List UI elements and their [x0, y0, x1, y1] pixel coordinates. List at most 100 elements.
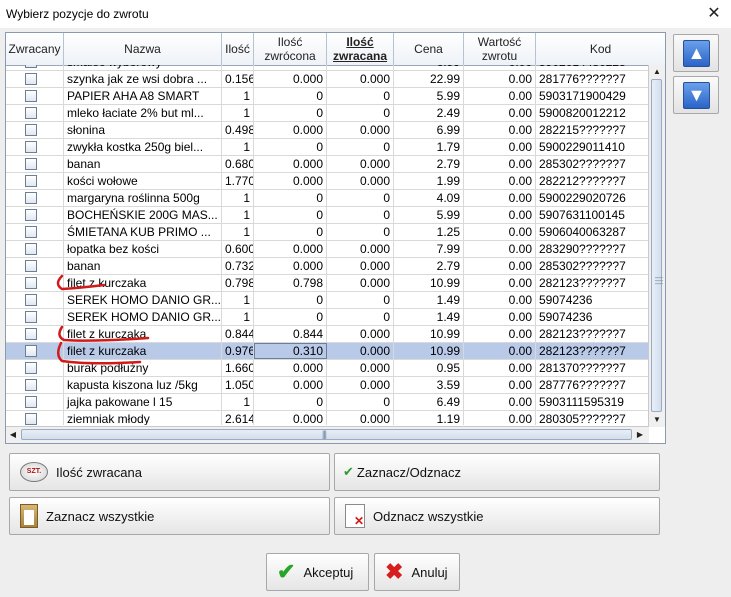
return-checkbox[interactable]	[25, 362, 37, 374]
scroll-up-arrow[interactable]: ▲	[649, 65, 665, 79]
vertical-scroll-thumb[interactable]: — — —	[651, 79, 663, 412]
table-row[interactable]: SEREK HOMO DANIO GR... 1 0 0 1.49 0.00 5907423…	[6, 309, 649, 326]
zwracana-cell[interactable]: 0	[327, 88, 394, 104]
table-row[interactable]: zwykła kostka 250g biel... 1 0 0 1.79 0.00 590…	[6, 139, 649, 156]
table-row[interactable]: filet z kurczaka 0.844 0.844 0.000 10.99 0.00…	[6, 326, 649, 343]
zaznacz-odznacz-label: Zaznacz/Odznacz	[356, 464, 461, 480]
return-checkbox[interactable]	[25, 209, 37, 221]
table-row[interactable]: filet z kurczaka 0.798 0.798 0.000 10.99 0.00…	[6, 275, 649, 292]
nazwa-cell: burak podłużny	[64, 360, 222, 376]
zwracana-cell[interactable]: 0.000	[327, 360, 394, 376]
table-row[interactable]: banan 0.680 0.000 0.000 2.79 0.00 285302??????…	[6, 156, 649, 173]
zwracana-cell[interactable]: 0	[327, 309, 394, 325]
zwracana-cell[interactable]: 0.000	[327, 411, 394, 425]
zwracany-cell	[6, 411, 64, 425]
return-checkbox[interactable]	[25, 328, 37, 340]
zwracana-cell[interactable]: 0.000	[327, 258, 394, 274]
nazwa-cell: filet z kurczaka	[64, 326, 222, 342]
column-header-cena[interactable]: Cena	[394, 33, 464, 65]
column-header-nazwa[interactable]: Nazwa	[64, 33, 222, 65]
table-row[interactable]: kapusta kiszona luz /5kg 1.050 0.000 0.000 3…	[6, 377, 649, 394]
kod-cell: 282123??????7	[536, 343, 649, 359]
table-row[interactable]: ŚMIETANA KUB PRIMO ... 1 0 0 1.25 0.00 5906040…	[6, 224, 649, 241]
column-header-zwracany[interactable]: Zwracany	[6, 33, 64, 65]
zwracana-cell[interactable]: 0	[327, 207, 394, 223]
return-checkbox[interactable]	[25, 73, 37, 85]
return-checkbox[interactable]	[25, 175, 37, 187]
column-header-ilosc-zwracana[interactable]: Ilość zwracana	[327, 33, 394, 65]
column-header-ilosc-zwrocona[interactable]: Ilość zwrócona	[254, 33, 327, 65]
anuluj-label: Anuluj	[411, 564, 448, 580]
kod-cell: 283290??????7	[536, 241, 649, 257]
table-row[interactable]: słonina 0.498 0.000 0.000 6.99 0.00 282215????…	[6, 122, 649, 139]
table-row[interactable]: mleko łaciate 2% but ml... 1 0 0 2.49 0.00 590…	[6, 105, 649, 122]
zwrocona-cell: 0.844	[254, 326, 327, 342]
table-row[interactable]: SEREK HOMO DANIO GR... 1 0 0 1.49 0.00 5907423…	[6, 292, 649, 309]
wartosc-cell: 0.00	[464, 88, 536, 104]
return-checkbox[interactable]	[25, 243, 37, 255]
zwracana-cell[interactable]: 0	[327, 190, 394, 206]
scroll-left-arrow[interactable]: ◀	[6, 427, 20, 443]
table-row[interactable]: margaryna roślinna 500g 1 0 0 4.09 0.00 590022…	[6, 190, 649, 207]
zwracana-cell[interactable]: 0.000	[327, 122, 394, 138]
return-checkbox[interactable]	[25, 413, 37, 425]
return-checkbox[interactable]	[25, 396, 37, 408]
zaznacz-odznacz-button[interactable]: ✔ Zaznacz/Odznacz	[334, 453, 660, 491]
return-checkbox[interactable]	[25, 90, 37, 102]
vertical-scrollbar[interactable]: ▲ — — — ▼	[648, 65, 665, 427]
zwracana-cell[interactable]: 0	[327, 394, 394, 410]
return-checkbox[interactable]	[25, 158, 37, 170]
zwracana-cell[interactable]: 0	[327, 224, 394, 240]
ilosc-zwracana-button[interactable]: SZT. Ilość zwracana	[9, 453, 330, 491]
akceptuj-button[interactable]: ✔ Akceptuj	[266, 553, 369, 591]
column-header-kod[interactable]: Kod	[536, 33, 665, 65]
return-checkbox[interactable]	[25, 260, 37, 272]
move-up-button[interactable]: ▲	[673, 34, 719, 72]
return-checkbox[interactable]	[25, 124, 37, 136]
table-row[interactable]: PAPIER AHA A8 SMART 1 0 0 5.99 0.00 5903171900…	[6, 88, 649, 105]
anuluj-button[interactable]: ✖ Anuluj	[374, 553, 460, 591]
return-checkbox[interactable]	[25, 192, 37, 204]
horizontal-scroll-thumb[interactable]: |||	[21, 429, 632, 440]
ilosc-cell: 0.156	[222, 71, 254, 87]
return-checkbox[interactable]	[25, 65, 37, 68]
table-row[interactable]: banan 0.732 0.000 0.000 2.79 0.00 285302??????…	[6, 258, 649, 275]
scroll-right-arrow[interactable]: ▶	[633, 427, 647, 443]
zwracana-cell[interactable]: 0.000	[327, 343, 394, 359]
table-row[interactable]: filet z kurczaka 0.976 0.310 0.000 10.99 0.00…	[6, 343, 649, 360]
zwracana-cell[interactable]: 0	[327, 139, 394, 155]
return-checkbox[interactable]	[25, 379, 37, 391]
zaznacz-wszystkie-button[interactable]: Zaznacz wszystkie	[9, 497, 330, 535]
horizontal-scrollbar[interactable]: ◀ ||| ▶	[6, 426, 649, 443]
return-checkbox[interactable]	[25, 107, 37, 119]
zwracana-cell[interactable]: 0.000	[327, 71, 394, 87]
zwracana-cell[interactable]: 0	[327, 105, 394, 121]
zwracana-cell[interactable]: 0.000	[327, 377, 394, 393]
zwracana-cell[interactable]: 0	[327, 292, 394, 308]
zwracana-cell[interactable]: 0.000	[327, 156, 394, 172]
zwracana-cell[interactable]: 0.000	[327, 326, 394, 342]
return-checkbox[interactable]	[25, 141, 37, 153]
table-row[interactable]: jajka pakowane l 15 1 0 0 6.49 0.00 5903111595…	[6, 394, 649, 411]
return-checkbox[interactable]	[25, 226, 37, 238]
table-row[interactable]: BOCHEŃSKIE 200G MAS... 1 0 0 5.99 0.00 5907631…	[6, 207, 649, 224]
table-row[interactable]: burak podłużny 1.660 0.000 0.000 0.95 0.00 281…	[6, 360, 649, 377]
table-row[interactable]: szynka jak ze wsi dobra ... 0.156 0.000 0.0…	[6, 71, 649, 88]
move-down-button[interactable]: ▼	[673, 76, 719, 114]
table-row[interactable]: ziemniak młody 2.614 0.000 0.000 1.19 0.00 280…	[6, 411, 649, 425]
column-header-wartosc-zwrotu[interactable]: Wartość zwrotu	[464, 33, 536, 65]
close-button[interactable]: ✕	[703, 3, 725, 25]
wartosc-cell: 0.00	[464, 394, 536, 410]
table-row[interactable]: kości wołowe 1.770 0.000 0.000 1.99 0.00 28221…	[6, 173, 649, 190]
column-header-ilosc[interactable]: Ilość	[222, 33, 254, 65]
zwracana-cell[interactable]: 0.000	[327, 241, 394, 257]
return-checkbox[interactable]	[25, 294, 37, 306]
return-checkbox[interactable]	[25, 311, 37, 323]
zwracana-cell[interactable]: 0.000	[327, 275, 394, 291]
zwracana-cell[interactable]: 0.000	[327, 173, 394, 189]
return-checkbox[interactable]	[25, 277, 37, 289]
odznacz-wszystkie-button[interactable]: ✕ Odznacz wszystkie	[334, 497, 660, 535]
table-row[interactable]: łopatka bez kości 0.600 0.000 0.000 7.99 0.00…	[6, 241, 649, 258]
return-checkbox[interactable]	[25, 345, 37, 357]
scroll-down-arrow[interactable]: ▼	[649, 413, 665, 427]
